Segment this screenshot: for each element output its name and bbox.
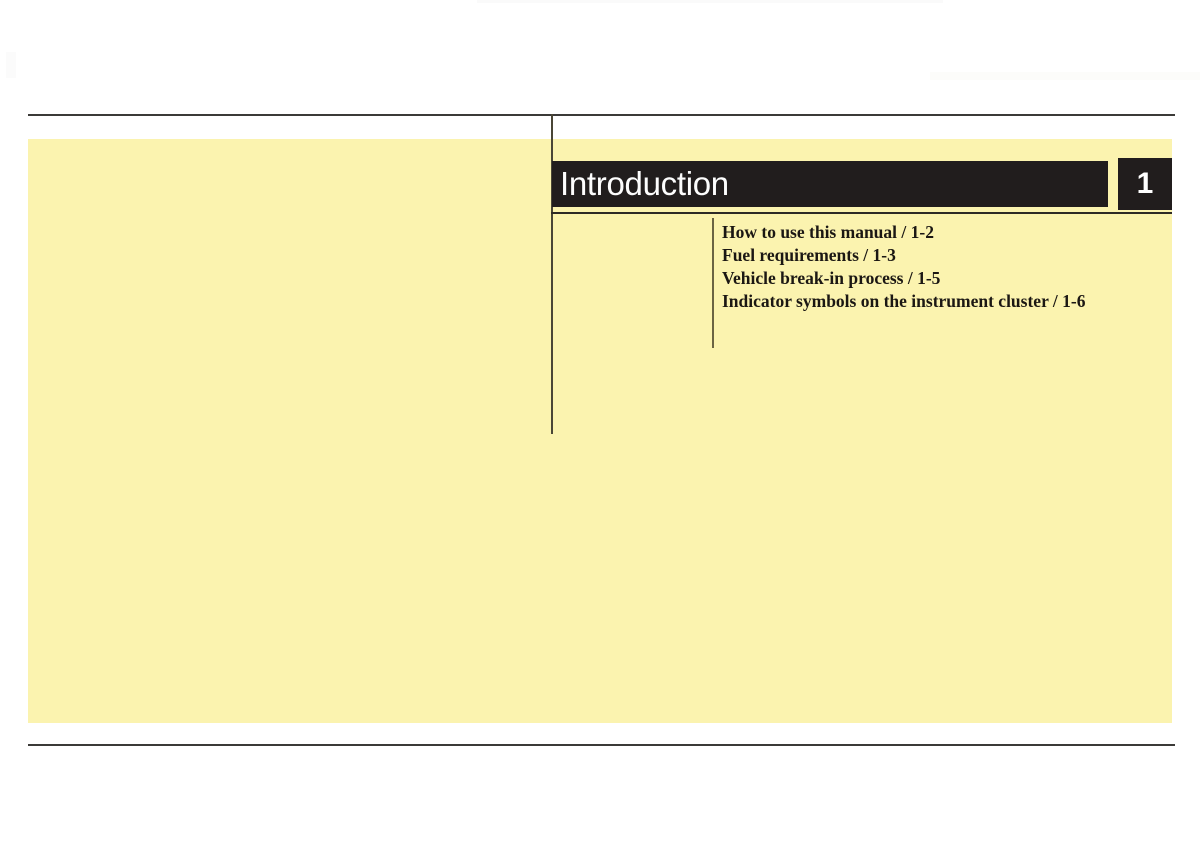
chapter-number-tab: 1 bbox=[1118, 158, 1172, 210]
page-rule-top bbox=[28, 114, 1175, 116]
chapter-number-label: 1 bbox=[1136, 167, 1154, 200]
column-divider-inner bbox=[712, 218, 714, 348]
scan-artifact-top bbox=[477, 0, 943, 3]
scan-artifact-right bbox=[930, 72, 1200, 80]
toc-entry[interactable]: How to use this manual / 1-2 bbox=[722, 221, 1162, 244]
chapter-table-of-contents: How to use this manual / 1-2 Fuel requir… bbox=[722, 221, 1162, 313]
scan-artifact-left bbox=[6, 52, 16, 78]
page-rule-bottom bbox=[28, 744, 1175, 746]
toc-entry[interactable]: Fuel requirements / 1-3 bbox=[722, 244, 1162, 267]
chapter-title: Introduction bbox=[560, 165, 729, 202]
toc-entry[interactable]: Vehicle break-in process / 1-5 bbox=[722, 267, 1162, 290]
rule-under-chapter-title bbox=[551, 212, 1172, 214]
toc-entry[interactable]: Indicator symbols on the instrument clus… bbox=[722, 290, 1162, 313]
